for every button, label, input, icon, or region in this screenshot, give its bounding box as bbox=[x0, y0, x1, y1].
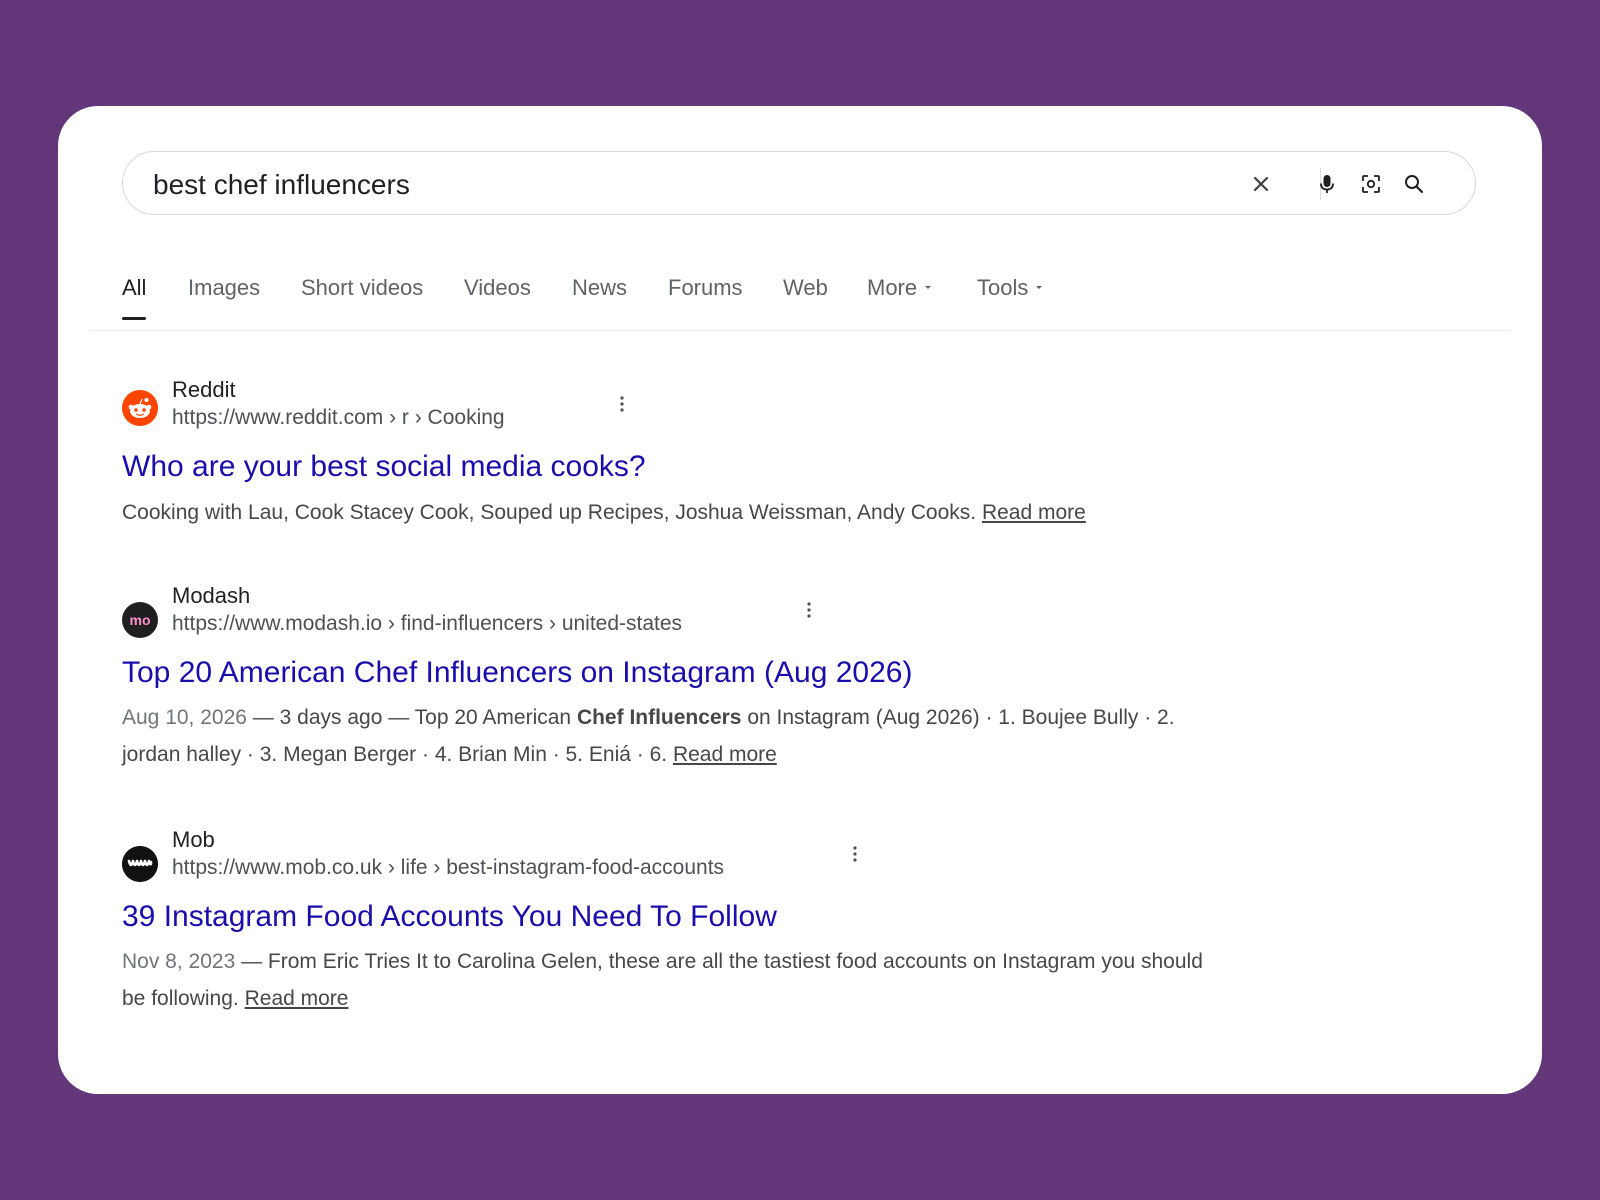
tab-news[interactable]: News bbox=[572, 274, 627, 302]
tab-label: Forums bbox=[668, 275, 743, 300]
tab-label: Short videos bbox=[301, 275, 424, 300]
search-icon[interactable] bbox=[1400, 170, 1428, 198]
tab-label: News bbox=[572, 275, 628, 300]
snippet-text: — 3 days ago — Top 20 American bbox=[252, 706, 572, 729]
tab-label: More bbox=[867, 275, 918, 300]
mob-logo-icon bbox=[122, 846, 158, 882]
read-more-link[interactable]: Read more bbox=[673, 743, 777, 766]
result-title-link[interactable]: Top 20 American Chef Influencers on Inst… bbox=[122, 654, 912, 692]
active-tab-underline bbox=[122, 317, 147, 320]
result-snippet: Nov 8, 2023 — From Eric Tries It to Caro… bbox=[122, 943, 1222, 1017]
snippet-text: Cooking with Lau, Cook Stacey Cook, Soup… bbox=[122, 501, 977, 524]
tab-label: Images bbox=[188, 275, 261, 300]
modash-logo-icon: mo bbox=[122, 602, 158, 638]
tab-more[interactable]: More bbox=[867, 274, 932, 302]
search-input[interactable] bbox=[153, 168, 1153, 202]
more-options-icon[interactable] bbox=[845, 840, 865, 868]
chevron-down-icon bbox=[1036, 286, 1043, 290]
search-tabs: All Images Short videos Videos News Foru… bbox=[90, 274, 1510, 331]
tab-label: All bbox=[122, 275, 147, 300]
result-title-link[interactable]: Who are your best social media cooks? bbox=[122, 448, 646, 486]
search-bar[interactable] bbox=[122, 151, 1476, 215]
result-snippet: Aug 10, 2026 — 3 days ago — Top 20 Ameri… bbox=[122, 699, 1222, 773]
read-more-link[interactable]: Read more bbox=[982, 501, 1086, 524]
more-options-icon[interactable] bbox=[799, 596, 819, 624]
site-url[interactable]: https://www.modash.io › find-influencers… bbox=[172, 610, 682, 638]
tab-label: Videos bbox=[464, 275, 531, 300]
microphone-icon[interactable] bbox=[1313, 170, 1341, 198]
camera-lens-icon[interactable] bbox=[1357, 170, 1385, 198]
tab-images[interactable]: Images bbox=[188, 274, 260, 302]
read-more-link[interactable]: Read more bbox=[245, 987, 349, 1010]
site-url[interactable]: https://www.mob.co.uk › life › best-inst… bbox=[172, 854, 724, 882]
close-icon[interactable] bbox=[1247, 170, 1275, 198]
tab-short-videos[interactable]: Short videos bbox=[301, 274, 423, 302]
search-results-card: All Images Short videos Videos News Foru… bbox=[58, 106, 1542, 1094]
result-title-link[interactable]: 39 Instagram Food Accounts You Need To F… bbox=[122, 898, 777, 936]
tab-label: Web bbox=[783, 275, 828, 300]
result-date: Nov 8, 2023 bbox=[122, 950, 236, 973]
tab-tools[interactable]: Tools bbox=[977, 274, 1043, 302]
site-name: Mob bbox=[172, 827, 215, 852]
chevron-down-icon bbox=[925, 286, 932, 290]
site-name: Reddit bbox=[172, 377, 236, 402]
result-date: Aug 10, 2026 bbox=[122, 706, 247, 729]
tab-label: Tools bbox=[977, 275, 1029, 300]
tab-all[interactable]: All bbox=[122, 274, 147, 320]
result-snippet: Cooking with Lau, Cook Stacey Cook, Soup… bbox=[122, 494, 1222, 531]
site-name: Modash bbox=[172, 583, 251, 608]
tab-forums[interactable]: Forums bbox=[668, 274, 743, 302]
more-options-icon[interactable] bbox=[612, 390, 632, 418]
site-url[interactable]: https://www.reddit.com › r › Cooking bbox=[172, 404, 505, 432]
tab-web[interactable]: Web bbox=[783, 274, 828, 302]
snippet-keyword: Chef Influencers bbox=[576, 706, 742, 729]
tab-videos[interactable]: Videos bbox=[464, 274, 531, 302]
reddit-logo-icon bbox=[122, 390, 158, 426]
